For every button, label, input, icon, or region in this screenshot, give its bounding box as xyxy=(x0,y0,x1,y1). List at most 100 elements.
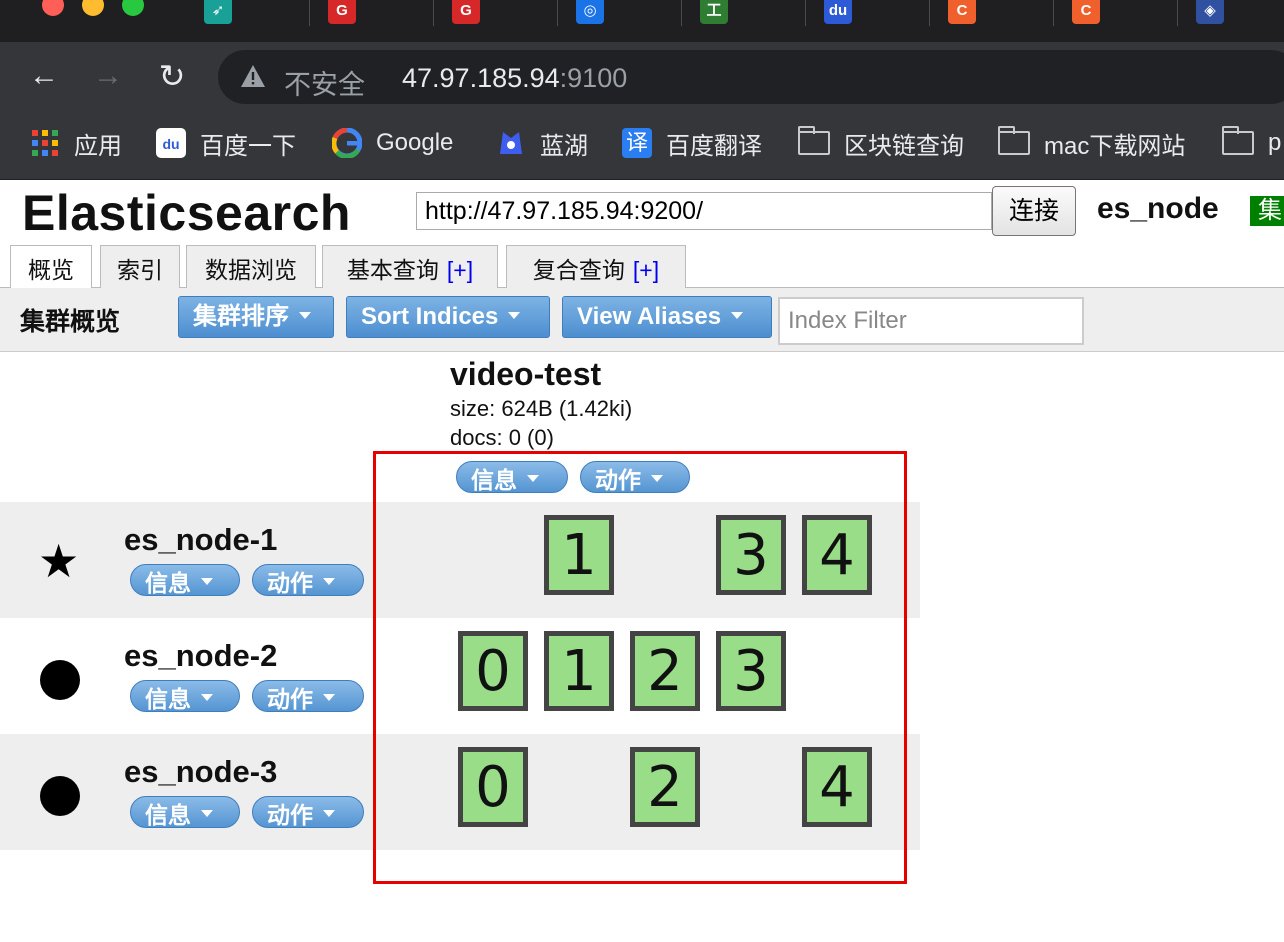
warning-icon[interactable] xyxy=(240,64,266,88)
tab-basic-query[interactable]: 基本查询 [+] xyxy=(322,245,498,288)
bookmark-label: p xyxy=(1268,129,1282,156)
shard-1[interactable]: 1 xyxy=(544,515,614,595)
button-label: Sort Indices xyxy=(361,303,499,330)
shard-0[interactable]: 0 xyxy=(458,747,528,827)
button-label: View Aliases xyxy=(577,303,722,330)
cluster-health-badge: 集 xyxy=(1250,196,1284,226)
bookmark-label: 区块链查询 xyxy=(844,132,964,160)
node-info-button[interactable]: 信息 xyxy=(130,564,240,596)
zoom-window-button[interactable] xyxy=(122,0,144,16)
connection-url-input[interactable] xyxy=(416,192,992,230)
shard-2[interactable]: 2 xyxy=(630,631,700,711)
tab-favicon-icon: ◈ xyxy=(1196,0,1224,24)
browser-tab-strip: ➶ G G ◎ 工 du C C ◈ xyxy=(0,0,1284,42)
chevron-down-icon xyxy=(201,694,213,702)
minimize-window-button[interactable] xyxy=(82,0,104,16)
browser-tab-3[interactable]: G xyxy=(434,0,558,26)
tab-label: 索引 xyxy=(117,257,163,283)
shard-2[interactable]: 2 xyxy=(630,747,700,827)
main-tabs: 概览 索引 数据浏览 基本查询 [+] 复合查询 [+] xyxy=(0,245,1284,289)
tab-add-link[interactable]: [+] xyxy=(633,257,659,283)
shard-0[interactable]: 0 xyxy=(458,631,528,711)
bookmark-google[interactable]: Google xyxy=(331,126,454,160)
bookmark-label: 百度翻译 xyxy=(666,132,762,160)
view-aliases-button[interactable]: View Aliases xyxy=(562,296,772,338)
back-arrow-icon[interactable]: ← xyxy=(24,56,64,96)
bookmark-baidu-translate[interactable]: 译百度翻译 xyxy=(622,126,762,160)
cluster-name: es_node xyxy=(1097,192,1219,225)
connect-button[interactable]: 连接 xyxy=(992,186,1076,236)
chevron-down-icon xyxy=(651,475,663,483)
forward-arrow-icon[interactable]: → xyxy=(88,56,128,96)
bookmark-blockchain[interactable]: 区块链查询 xyxy=(798,126,964,160)
node-info-button[interactable]: 信息 xyxy=(130,680,240,712)
shard-4[interactable]: 4 xyxy=(802,515,872,595)
chevron-down-icon xyxy=(323,810,335,818)
tab-indices[interactable]: 索引 xyxy=(100,245,180,288)
shard-3[interactable]: 3 xyxy=(716,515,786,595)
security-label: 不安全 xyxy=(284,70,365,100)
bookmark-apps[interactable]: 应用 xyxy=(30,126,122,160)
browser-tab-7[interactable]: C xyxy=(930,0,1054,26)
node-dot-icon xyxy=(40,776,80,816)
node-row-1: ★ es_node-1 信息 动作 1 34 xyxy=(0,502,920,618)
tab-label: 概览 xyxy=(28,257,74,283)
node-name: es_node-3 xyxy=(124,754,278,789)
tab-favicon-icon: C xyxy=(948,0,976,24)
translate-icon: 译 xyxy=(622,128,652,158)
node-action-button[interactable]: 动作 xyxy=(252,796,364,828)
bookmark-p[interactable]: p xyxy=(1222,126,1281,160)
browser-tab-8[interactable]: C xyxy=(1054,0,1178,26)
node-row-2: es_node-2 信息 动作 0123 xyxy=(0,618,920,734)
bookmark-mac-download[interactable]: mac下载网站 xyxy=(998,126,1185,160)
url-text: 47.97.185.94:9100 xyxy=(402,63,627,94)
bookmark-label: 蓝湖 xyxy=(540,132,588,160)
index-name: video-test xyxy=(450,356,602,392)
reload-icon[interactable]: ↻ xyxy=(152,56,192,96)
shard-3[interactable]: 3 xyxy=(716,631,786,711)
tab-compound-query[interactable]: 复合查询 [+] xyxy=(506,245,686,288)
node-dot-icon xyxy=(40,660,80,700)
browser-tab-2[interactable]: G xyxy=(310,0,434,26)
overview-toolbar: 集群概览 集群排序 Sort Indices View Aliases xyxy=(0,288,1284,352)
folder-icon xyxy=(998,126,1030,155)
browser-tab-9[interactable]: ◈ xyxy=(1178,0,1284,26)
browser-tab-6[interactable]: du xyxy=(806,0,930,26)
folder-icon xyxy=(1222,126,1254,155)
shard-4[interactable]: 4 xyxy=(802,747,872,827)
url-port: :9100 xyxy=(559,63,628,93)
shard-1[interactable]: 1 xyxy=(544,631,614,711)
sort-cluster-button[interactable]: 集群排序 xyxy=(178,296,334,338)
index-info-button[interactable]: 信息 xyxy=(456,461,568,493)
tab-favicon-icon: G xyxy=(452,0,480,24)
browser-tab-5[interactable]: 工 xyxy=(682,0,806,26)
node-info-button[interactable]: 信息 xyxy=(130,796,240,828)
tab-label: 复合查询 xyxy=(532,257,625,283)
tab-browser[interactable]: 数据浏览 xyxy=(186,245,316,288)
button-label: 动作 xyxy=(267,686,313,712)
index-docs: docs: 0 (0) xyxy=(450,425,554,450)
tab-favicon-icon: ◎ xyxy=(576,0,604,24)
bookmark-label: mac下载网站 xyxy=(1044,132,1186,160)
button-label: 信息 xyxy=(145,570,191,596)
node-action-button[interactable]: 动作 xyxy=(252,564,364,596)
tab-add-link[interactable]: [+] xyxy=(447,257,473,283)
tab-favicon-icon: G xyxy=(328,0,356,24)
tab-overview[interactable]: 概览 xyxy=(10,245,92,289)
bookmark-baidu[interactable]: du 百度一下 xyxy=(156,126,296,160)
address-bar[interactable]: 不安全 47.97.185.94:9100 xyxy=(218,50,1284,104)
sort-indices-button[interactable]: Sort Indices xyxy=(346,296,550,338)
node-action-button[interactable]: 动作 xyxy=(252,680,364,712)
bookmark-label: Google xyxy=(376,129,454,156)
browser-tab-4[interactable]: ◎ xyxy=(558,0,682,26)
index-filter-input[interactable] xyxy=(778,297,1084,345)
chevron-down-icon xyxy=(731,312,744,320)
bookmark-lanhu[interactable]: 蓝湖 xyxy=(496,126,588,160)
index-size: size: 624B (1.42ki) xyxy=(450,396,633,421)
browser-toolbar: ← → ↻ 不安全 47.97.185.94:9100 xyxy=(0,42,1284,114)
button-label: 动作 xyxy=(267,802,313,828)
index-action-button[interactable]: 动作 xyxy=(580,461,690,493)
url-host: 47.97.185.94 xyxy=(402,63,560,93)
close-window-button[interactable] xyxy=(42,0,64,16)
browser-tab-1[interactable]: ➶ xyxy=(186,0,310,26)
